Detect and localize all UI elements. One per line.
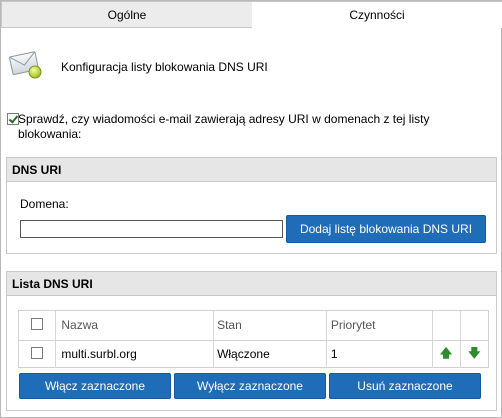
check-uri-label: Sprawdź, czy wiadomości e-mail zawierają… (18, 112, 430, 141)
domain-label: Domena: (20, 197, 69, 211)
dns-list-heading: Lista DNS URI (7, 272, 496, 296)
enable-selected-button[interactable]: Włącz zaznaczone (19, 373, 171, 399)
row-status: Włączone (213, 340, 327, 368)
envelope-config-icon (9, 47, 45, 81)
dns-uri-heading: DNS URI (7, 158, 496, 182)
column-header-up (432, 311, 461, 341)
select-all-checkbox[interactable] (31, 317, 44, 330)
dialog-frame: Ogólne Czynności Konfiguracja listy blok… (0, 0, 502, 418)
move-up-arrow-icon[interactable]: 🡅 (440, 346, 452, 360)
column-header-priority[interactable]: Priorytet (326, 311, 433, 341)
dns-list-table: Nazwa Stan Priorytet multi.surbl.org Włą… (18, 310, 489, 368)
move-down-arrow-icon[interactable]: 🡇 (468, 346, 480, 360)
tab-actions[interactable]: Czynności (252, 1, 502, 28)
tab-bar: Ogólne Czynności (1, 1, 502, 28)
page-title: Konfiguracja listy blokowania DNS URI (61, 60, 268, 74)
row-checkbox[interactable] (31, 346, 44, 359)
dns-uri-panel: DNS URI Domena: Dodaj listę blokowania D… (6, 157, 497, 254)
domain-input[interactable] (20, 220, 283, 238)
dns-list-panel: Lista DNS URI Nazwa Stan Priorytet multi… (6, 271, 497, 411)
check-uri-row: Sprawdź, czy wiadomości e-mail zawierają… (7, 112, 477, 142)
table-row[interactable]: multi.surbl.org Włączone 1 🡅 🡇 (19, 340, 488, 368)
table-header-row: Nazwa Stan Priorytet (19, 311, 488, 341)
column-header-status[interactable]: Stan (213, 311, 327, 341)
header-icon-area (9, 47, 45, 81)
row-name: multi.surbl.org (55, 340, 215, 368)
delete-selected-button[interactable]: Usuń zaznaczone (329, 373, 481, 399)
check-uri-checkbox[interactable] (7, 113, 19, 125)
add-blocklist-button[interactable]: Dodaj listę blokowania DNS URI (286, 215, 486, 243)
column-header-name[interactable]: Nazwa (55, 311, 215, 341)
row-priority: 1 (326, 340, 433, 368)
disable-selected-button[interactable]: Wyłącz zaznaczone (174, 373, 326, 399)
tab-general[interactable]: Ogólne (1, 1, 252, 28)
column-header-down (460, 311, 488, 341)
